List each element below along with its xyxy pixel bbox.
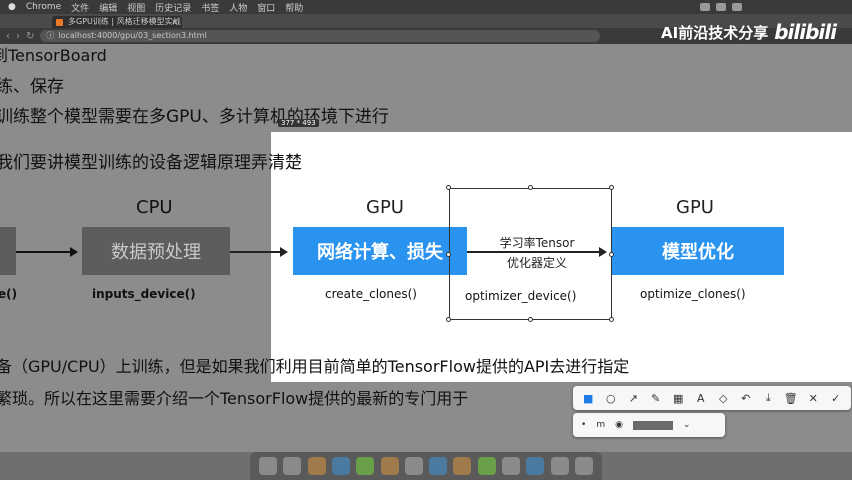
jupyter-favicon-icon (56, 19, 63, 26)
optimize-box: 模型优化 (612, 227, 784, 275)
dock-app-icon[interactable] (380, 457, 399, 475)
cpu-header: CPU (136, 197, 173, 218)
preprocess-box: 数据预处理 (82, 227, 230, 275)
status-icons (700, 3, 852, 11)
text-line: 我们要讲模型训练的设备逻辑原理弄清楚 (0, 153, 302, 173)
delete-icon[interactable]: 🗑 (782, 392, 800, 405)
fn-inputs-device: inputs_device() (92, 287, 196, 301)
arrow-tool-icon[interactable]: ↗ (624, 392, 642, 405)
dock-app-icon[interactable] (477, 457, 496, 475)
eraser-tool-icon[interactable]: ◇ (714, 392, 732, 405)
annotation-rectangle[interactable] (449, 188, 612, 320)
undo-icon[interactable]: ↶ (737, 392, 755, 405)
dock-app-icon[interactable] (283, 457, 302, 475)
annotation-toolbar: ■ ○ ↗ ✎ ▦ A ◇ ↶ ⤓ 🗑 ✕ ✓ (573, 386, 851, 410)
menu-people[interactable]: 人物 (229, 1, 247, 14)
chevron-down-icon[interactable]: ⌄ (683, 420, 691, 430)
forward-icon[interactable]: › (16, 31, 20, 42)
back-icon[interactable]: ‹ (6, 31, 10, 42)
dock-app-icon[interactable] (331, 457, 350, 475)
cancel-icon[interactable]: ✕ (804, 392, 822, 405)
text-line: 繁琐。所以在这里需要介绍一个TensorFlow提供的最新的专门用于 (0, 389, 469, 408)
size-small-icon[interactable]: • (581, 420, 586, 430)
dock-app-icon[interactable] (574, 457, 593, 475)
text-line: 到TensorBoard (0, 46, 107, 65)
text-line: 训练整个模型需要在多GPU、多计算机的环境下进行 (0, 107, 389, 127)
menu-help[interactable]: 帮助 (285, 1, 303, 14)
resize-handle[interactable] (528, 317, 533, 322)
tool-options-bar: • m ◉ ⌄ (573, 413, 725, 437)
resize-handle[interactable] (528, 185, 533, 190)
ellipse-tool-icon[interactable]: ○ (602, 392, 620, 405)
resize-handle[interactable] (609, 317, 614, 322)
text-tool-icon[interactable]: A (692, 392, 710, 405)
dock-app-icon[interactable] (501, 457, 520, 475)
reload-icon[interactable]: ↻ (26, 31, 34, 42)
mac-menubar: ● Chrome 文件 编辑 视图 历史记录 书签 人物 窗口 帮助 (0, 0, 852, 14)
watermark: AI前沿技术分享 bilibili (661, 20, 837, 44)
color-swatch[interactable] (632, 420, 673, 430)
flow-arrow (230, 247, 288, 257)
gpu-header-right: GPU (676, 197, 714, 218)
input-box-cut (0, 227, 16, 275)
dock-app-icon[interactable] (307, 457, 326, 475)
menu-history[interactable]: 历史记录 (155, 1, 191, 14)
tab-close-icon[interactable]: × (171, 16, 178, 28)
text-line: 备（GPU/CPU）上训练，但是如果我们利用目前简单的TensorFlow提供的… (0, 357, 630, 376)
download-icon[interactable]: ⤓ (759, 391, 777, 405)
url-text: localhost:4000/gpu/03_section3.html (58, 31, 207, 40)
menu-view[interactable]: 视图 (127, 1, 145, 14)
menu-bookmarks[interactable]: 书签 (201, 1, 219, 14)
fn-create-clones: create_clones() (325, 287, 417, 301)
browser-tab[interactable]: 多GPU训练 | 风格迁移模型实战 × (52, 16, 182, 28)
gpu-header-left: GPU (366, 197, 404, 218)
fn-label: e() (0, 287, 18, 301)
fill-icon[interactable]: ◉ (615, 420, 623, 430)
pen-tool-icon[interactable]: ✎ (647, 392, 665, 405)
rectangle-tool-icon[interactable]: ■ (579, 392, 597, 405)
network-loss-box: 网络计算、损失 (293, 227, 467, 275)
menu-window[interactable]: 窗口 (257, 1, 275, 14)
apple-icon[interactable]: ● (8, 2, 16, 12)
confirm-icon[interactable]: ✓ (827, 392, 845, 405)
menu-edit[interactable]: 编辑 (99, 1, 117, 14)
resize-handle[interactable] (609, 252, 614, 257)
url-field[interactable]: ⓘ localhost:4000/gpu/03_section3.html (40, 30, 601, 42)
size-mid-icon[interactable]: m (596, 420, 605, 430)
flow-arrow (16, 247, 78, 257)
bilibili-logo: bilibili (774, 20, 837, 44)
resize-handle[interactable] (446, 317, 451, 322)
watermark-text: AI前沿技术分享 (661, 23, 769, 42)
status-icon[interactable] (732, 3, 742, 11)
tab-title: 多GPU训练 | 风格迁移模型实战 (68, 17, 181, 26)
dock-app-icon[interactable] (453, 457, 472, 475)
dock-app-icon[interactable] (550, 457, 569, 475)
fn-optimize-clones: optimize_clones() (640, 287, 746, 301)
selection-size-label: 377 * 493 (278, 119, 319, 127)
menu-file[interactable]: 文件 (71, 1, 89, 14)
menu-app-name[interactable]: Chrome (26, 2, 61, 12)
dock-app-icon[interactable] (429, 457, 448, 475)
status-icon[interactable] (700, 3, 710, 11)
dock-app-icon[interactable] (526, 457, 545, 475)
resize-handle[interactable] (446, 185, 451, 190)
resize-handle[interactable] (609, 185, 614, 190)
mac-dock (250, 452, 602, 480)
dock-app-icon[interactable] (356, 457, 375, 475)
dock-app-icon[interactable] (259, 457, 278, 475)
mosaic-tool-icon[interactable]: ▦ (669, 392, 687, 405)
status-icon[interactable] (716, 3, 726, 11)
dock-app-icon[interactable] (404, 457, 423, 475)
text-line: 练、保存 (0, 77, 64, 97)
resize-handle[interactable] (446, 252, 451, 257)
info-icon: ⓘ (46, 31, 55, 40)
